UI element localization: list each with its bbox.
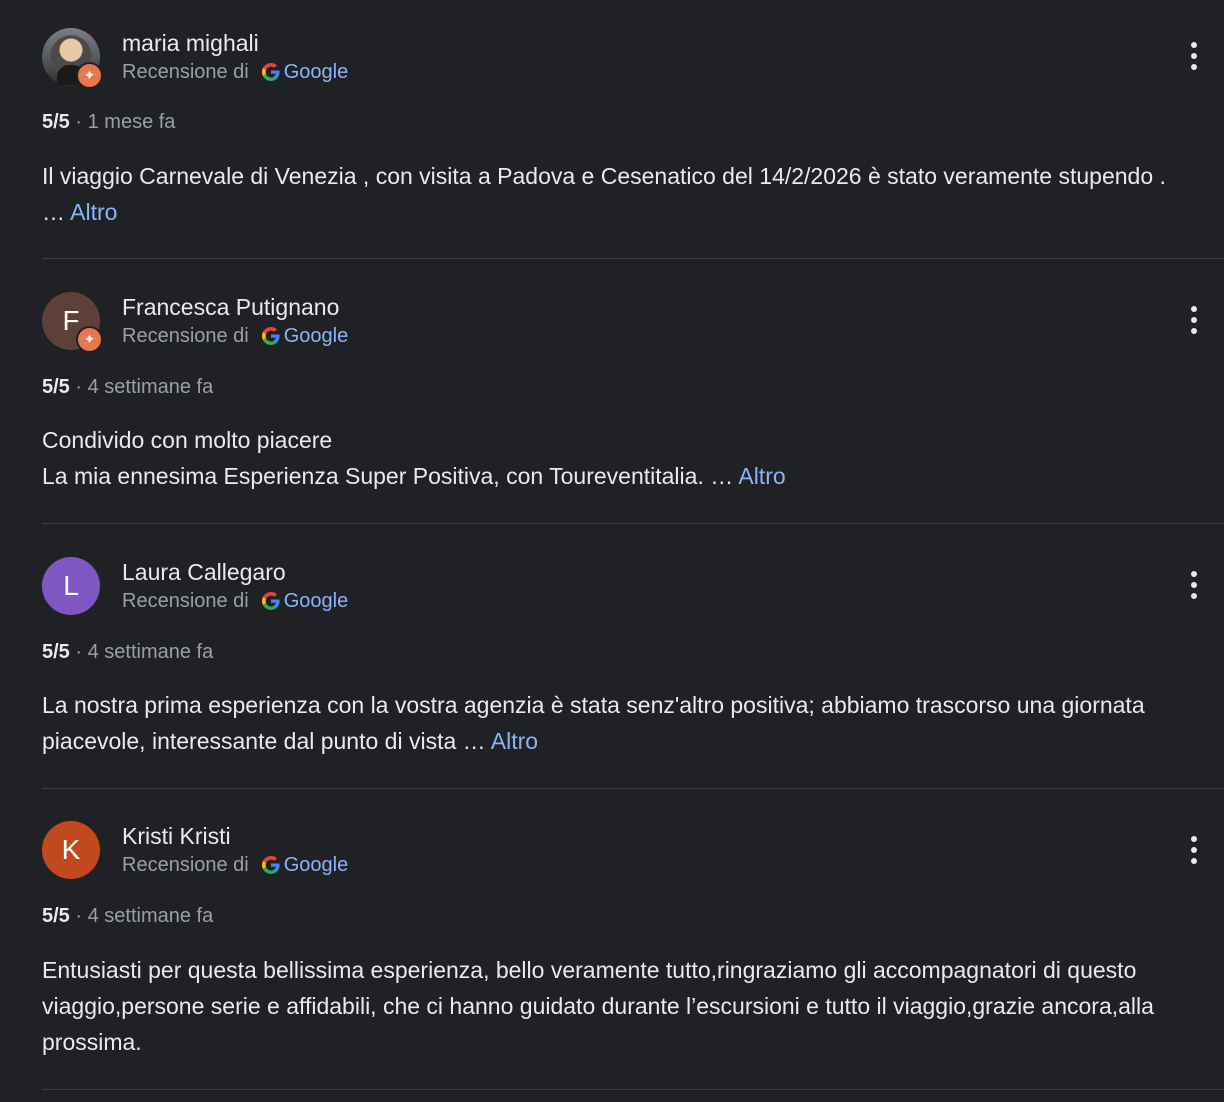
google-source-link[interactable]: Google: [284, 588, 349, 614]
separator: ·: [75, 376, 83, 398]
google-g-icon: [261, 856, 280, 874]
rating-value: 5/5: [42, 905, 70, 927]
reviewer-name[interactable]: maria mighali: [122, 29, 348, 57]
rating-value: 5/5: [42, 111, 70, 133]
rating-line: 5/5 · 4 settimane fa: [42, 374, 213, 400]
source-prefix: Recensione di: [122, 854, 249, 876]
avatar[interactable]: L: [42, 557, 100, 615]
review-time: 1 mese fa: [87, 111, 176, 133]
read-more-link[interactable]: Altro: [70, 199, 117, 225]
review-text: Entusiasti per questa bellissima esperie…: [42, 952, 1182, 1060]
local-guide-badge-icon: ✦: [76, 62, 103, 89]
google-source-link[interactable]: Google: [284, 59, 349, 85]
review-source: Recensione di Google: [122, 323, 348, 349]
reviewer-meta: Kristi Kristi Recensione di Google: [122, 822, 348, 878]
review-header: K Kristi Kristi Recensione di Google: [42, 821, 348, 879]
review-text: Condivido con molto piacere La mia ennes…: [42, 422, 1182, 494]
reviewer-name[interactable]: Laura Callegaro: [122, 558, 348, 586]
reviews-list: ✦ maria mighali Recensione di Google 5/5…: [42, 0, 1224, 1090]
review-time: 4 settimane fa: [87, 376, 214, 398]
review-header: L Laura Callegaro Recensione di Google: [42, 557, 348, 615]
reviewer-meta: maria mighali Recensione di Google: [122, 29, 348, 85]
reviewer-meta: Francesca Putignano Recensione di Google: [122, 293, 348, 349]
source-prefix: Recensione di: [122, 590, 249, 612]
source-prefix: Recensione di: [122, 61, 249, 83]
rating-line: 5/5 · 4 settimane fa: [42, 903, 213, 929]
avatar-letter: L: [63, 570, 79, 601]
read-more-link[interactable]: Altro: [491, 728, 538, 754]
review-text: La nostra prima esperienza con la vostra…: [42, 687, 1182, 759]
review-body: Il viaggio Carnevale di Venezia , con vi…: [42, 163, 1166, 225]
google-g-icon: [261, 592, 280, 610]
review-body: La nostra prima esperienza con la vostra…: [42, 692, 1145, 754]
avatar[interactable]: ✦: [42, 28, 103, 89]
separator: ·: [75, 905, 83, 927]
rating-value: 5/5: [42, 641, 70, 663]
review-time: 4 settimane fa: [87, 641, 214, 663]
review-header: ✦ maria mighali Recensione di Google: [42, 28, 348, 89]
review-card: F ✦ Francesca Putignano Recensione di Go…: [42, 259, 1224, 524]
separator: ·: [75, 641, 83, 663]
review-body-line: La mia ennesima Esperienza Super Positiv…: [42, 463, 734, 489]
reviewer-name[interactable]: Francesca Putignano: [122, 293, 348, 321]
local-guide-badge-icon: ✦: [76, 326, 103, 353]
more-options-button[interactable]: [1182, 302, 1206, 342]
more-options-button[interactable]: [1182, 38, 1206, 78]
review-header: F ✦ Francesca Putignano Recensione di Go…: [42, 292, 348, 353]
google-source-link[interactable]: Google: [284, 323, 349, 349]
avatar[interactable]: F ✦: [42, 292, 103, 353]
read-more-link[interactable]: Altro: [738, 463, 785, 489]
review-source: Recensione di Google: [122, 852, 348, 878]
google-source-link[interactable]: Google: [284, 852, 349, 878]
review-body: Entusiasti per questa bellissima esperie…: [42, 957, 1154, 1055]
rating-line: 5/5 · 4 settimane fa: [42, 639, 213, 665]
review-source: Recensione di Google: [122, 59, 348, 85]
review-body-line: Condivido con molto piacere: [42, 427, 333, 453]
avatar-letter: K: [61, 834, 81, 865]
avatar[interactable]: K: [42, 821, 100, 879]
review-text: Il viaggio Carnevale di Venezia , con vi…: [42, 158, 1182, 230]
review-time: 4 settimane fa: [87, 905, 214, 927]
more-options-button[interactable]: [1182, 832, 1206, 872]
review-card: ✦ maria mighali Recensione di Google 5/5…: [42, 0, 1224, 259]
rating-value: 5/5: [42, 376, 70, 398]
separator: ·: [75, 111, 83, 133]
reviewer-meta: Laura Callegaro Recensione di Google: [122, 558, 348, 614]
review-card: L Laura Callegaro Recensione di Google 5…: [42, 524, 1224, 789]
source-prefix: Recensione di: [122, 325, 249, 347]
more-options-button[interactable]: [1182, 567, 1206, 607]
reviewer-name[interactable]: Kristi Kristi: [122, 822, 348, 850]
rating-line: 5/5 · 1 mese fa: [42, 109, 175, 135]
review-card: K Kristi Kristi Recensione di Google 5/5…: [42, 789, 1224, 1090]
google-g-icon: [261, 63, 280, 81]
google-g-icon: [261, 327, 280, 345]
review-source: Recensione di Google: [122, 588, 348, 614]
